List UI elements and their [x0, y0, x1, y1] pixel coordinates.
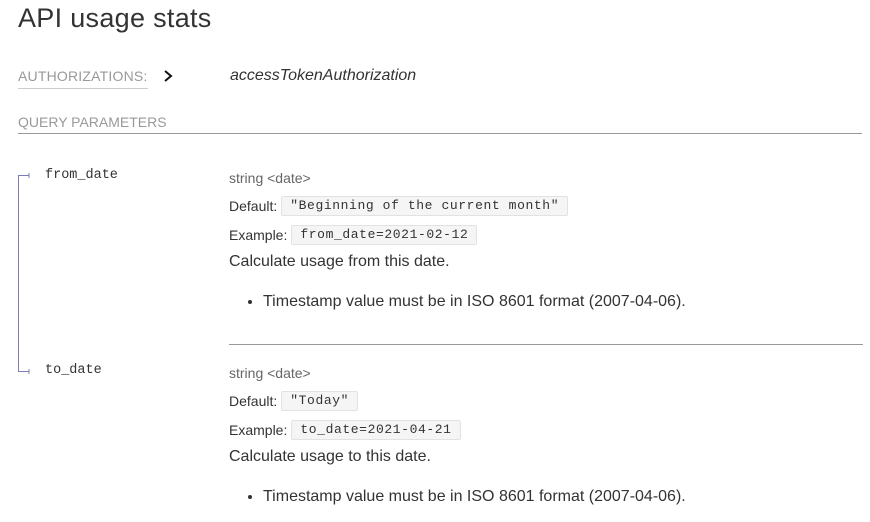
param-notes-list: Timestamp value must be in ISO 8601 form…: [229, 487, 863, 507]
param-divider: [229, 344, 863, 345]
param-note: Timestamp value must be in ISO 8601 form…: [263, 487, 863, 507]
example-label: Example:: [229, 422, 288, 438]
authorizations-label[interactable]: AUTHORIZATIONS:: [18, 66, 148, 89]
example-value: to_date=2021-04-21: [291, 420, 461, 440]
tree-branch-icon: [18, 173, 30, 178]
param-type: string <date>: [229, 170, 311, 186]
example-label: Example:: [229, 227, 288, 243]
authorization-scheme: accessTokenAuthorization: [230, 67, 417, 84]
page-title: API usage stats: [18, 3, 212, 33]
param-tree-line: [18, 175, 19, 371]
param-detail-from-date: string <date> Default: "Beginning of the…: [229, 169, 863, 312]
param-default-row: Default: "Beginning of the current month…: [229, 196, 863, 216]
default-value: "Beginning of the current month": [281, 196, 569, 216]
query-parameters-header: QUERY PARAMETERS: [18, 112, 862, 134]
chevron-right-icon[interactable]: [162, 69, 174, 83]
param-description: Calculate usage from this date.: [229, 253, 450, 270]
default-label: Default:: [229, 393, 278, 409]
param-name-from-date: from_date: [45, 168, 118, 183]
param-example-row: Example: to_date=2021-04-21: [229, 420, 863, 440]
param-note: Timestamp value must be in ISO 8601 form…: [263, 292, 863, 312]
param-example-row: Example: from_date=2021-02-12: [229, 225, 863, 245]
param-name-to-date: to_date: [45, 363, 102, 378]
param-type: string <date>: [229, 365, 311, 381]
default-value: "Today": [281, 391, 359, 411]
param-detail-to-date: string <date> Default: "Today" Example: …: [229, 364, 863, 507]
param-description: Calculate usage to this date.: [229, 448, 431, 465]
authorizations-row: AUTHORIZATIONS: accessTokenAuthorization: [18, 66, 863, 92]
tree-end-icon: [18, 366, 30, 374]
default-label: Default:: [229, 198, 278, 214]
param-default-row: Default: "Today": [229, 391, 863, 411]
param-notes-list: Timestamp value must be in ISO 8601 form…: [229, 292, 863, 312]
example-value: from_date=2021-02-12: [291, 225, 478, 245]
